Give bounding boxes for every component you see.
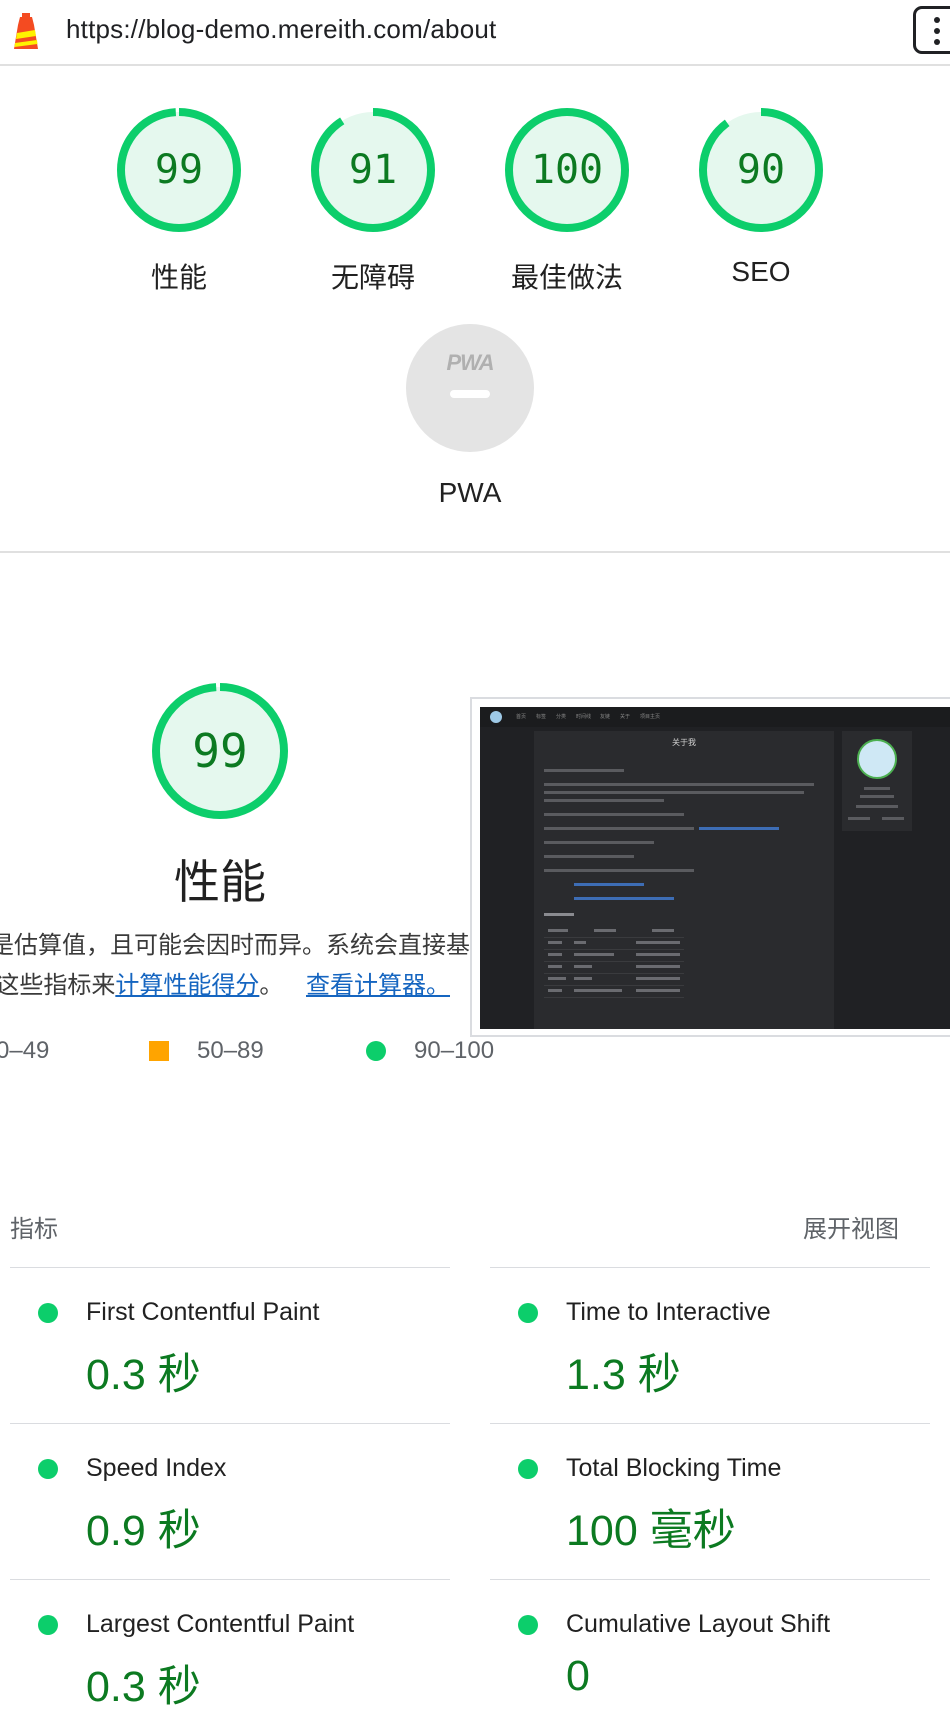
gauge-label-performance: 性能 (150, 262, 207, 293)
gauge-score: 90 (736, 147, 786, 193)
metric-divider (490, 1267, 930, 1268)
pwa-label: PWA (438, 477, 502, 508)
gauge-best-practices[interactable]: 100 (501, 104, 633, 236)
performance-description-line-2: 于这些指标来计算性能得分。 查看计算器。 (0, 972, 450, 999)
metrics-header: 指标 (10, 1216, 58, 1243)
pass-circle-icon (38, 1303, 58, 1323)
pass-circle-icon (38, 1615, 58, 1635)
gauge-seo[interactable]: 90 (695, 104, 827, 236)
metric-name: Total Blocking Time (566, 1454, 782, 1482)
metric-name: First Contentful Paint (86, 1298, 320, 1326)
pass-circle-icon (518, 1303, 538, 1323)
kebab-menu-icon[interactable] (913, 6, 950, 54)
metric-name: Cumulative Layout Shift (566, 1610, 831, 1638)
thumb-navbar: 首页 标签 分类 时间线 友链 关于 项目主页 (480, 707, 950, 727)
metric-divider (10, 1423, 450, 1424)
metric-value: 1.3 秒 (566, 1351, 681, 1399)
metric-name: Largest Contentful Paint (86, 1610, 355, 1638)
gauge-accessibility[interactable]: 91 (307, 104, 439, 236)
performance-gauge-large: 99 (148, 679, 292, 823)
metric-divider (10, 1267, 450, 1268)
thumb-avatar (857, 739, 897, 779)
metric-name: Time to Interactive (566, 1298, 771, 1326)
performance-score: 99 (192, 724, 248, 778)
pwa-badge-icon: PWA (446, 350, 494, 375)
gauge-score: 91 (348, 147, 398, 193)
section-divider (0, 551, 950, 553)
pass-circle-icon (518, 1615, 538, 1635)
legend-pass-range: 90–100 (414, 1037, 495, 1064)
legend-fail-range: 0–49 (0, 1037, 50, 1064)
thumb-sidebar (842, 731, 912, 831)
lighthouse-icon (14, 13, 38, 49)
gauge-score: 99 (154, 147, 204, 193)
pass-circle-icon (366, 1041, 386, 1061)
expand-view-toggle[interactable]: 展开视图 (803, 1209, 899, 1244)
browser-address-bar: https://blog-demo.mereith.com/about (0, 0, 950, 66)
pass-circle-icon (38, 1459, 58, 1479)
performance-description-line-1: 都是估算值，且可能会因时而异。系统会直接基 (0, 932, 470, 957)
dash-icon (450, 390, 490, 398)
average-square-icon (149, 1041, 169, 1061)
metric-value: 0.3 秒 (86, 1663, 201, 1711)
thumb-logo-icon (490, 711, 502, 723)
gauge-label-best-practices: 最佳做法 (510, 262, 623, 293)
url-text[interactable]: https://blog-demo.mereith.com/about (66, 14, 496, 45)
metric-value: 0.9 秒 (86, 1507, 201, 1555)
legend-average-range: 50–89 (197, 1037, 264, 1064)
view-calculator-link[interactable]: 查看计算器。 (306, 972, 450, 999)
metric-divider (490, 1423, 930, 1424)
gauge-performance[interactable]: 99 (113, 104, 245, 236)
pwa-badge[interactable]: PWA (406, 324, 534, 452)
metric-value: 0 (566, 1652, 590, 1700)
metric-divider (10, 1579, 450, 1580)
metric-value: 0.3 秒 (86, 1351, 201, 1399)
metric-value: 100 毫秒 (566, 1507, 736, 1555)
gauge-label-seo: SEO (731, 256, 791, 287)
calc-score-link[interactable]: 计算性能得分 (115, 972, 259, 999)
screenshot-image: 首页 标签 分类 时间线 友链 关于 项目主页 关于我 (480, 707, 950, 1029)
metric-name: Speed Index (86, 1454, 227, 1482)
gauge-score: 100 (530, 147, 604, 193)
thumb-article: 关于我 (534, 731, 834, 1029)
final-screenshot[interactable]: 首页 标签 分类 时间线 友链 关于 项目主页 关于我 (470, 697, 950, 1037)
gauge-label-accessibility: 无障碍 (330, 262, 415, 293)
metric-divider (490, 1579, 930, 1580)
pass-circle-icon (518, 1459, 538, 1479)
performance-title: 性能 (174, 856, 266, 908)
